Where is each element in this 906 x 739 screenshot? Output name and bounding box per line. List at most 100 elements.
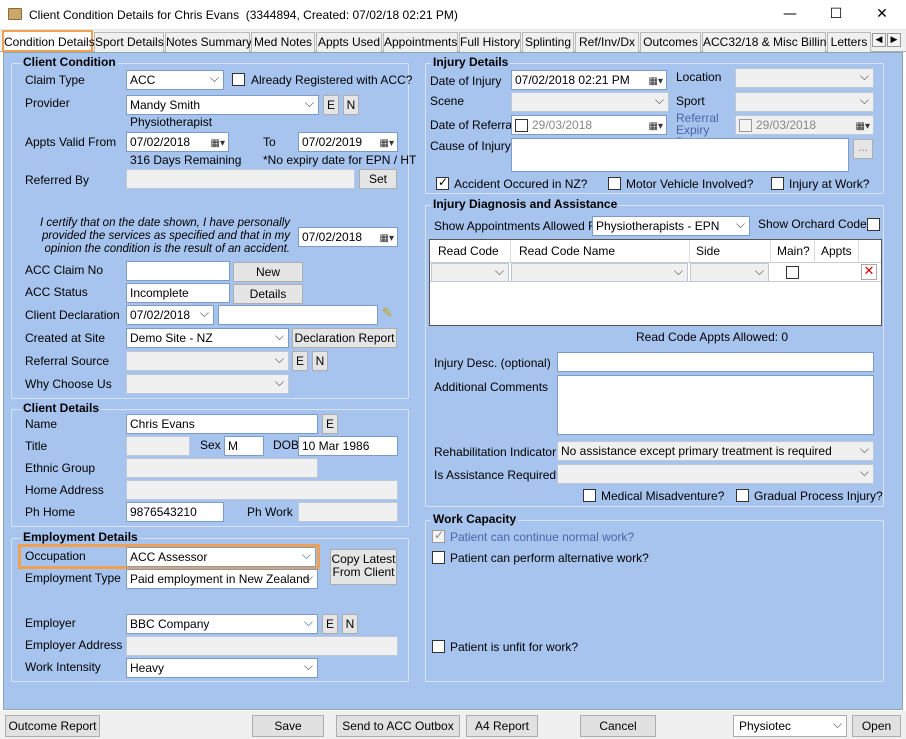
rehab-indicator-select[interactable]: No assistance except primary treatment i… [557,441,874,461]
to-label: To [263,135,276,149]
cancel-button[interactable]: Cancel [580,715,656,737]
scene-select[interactable] [511,92,669,112]
date-of-injury-input[interactable]: 07/02/2018 02:21 PM ▦▾ [511,70,667,90]
appts-to-date[interactable]: 07/02/2019 ▦▾ [298,132,398,152]
medical-misadventure-checkbox[interactable] [583,489,596,502]
tab-full-history[interactable]: Full History [459,32,521,52]
minimize-button[interactable]: — [770,0,810,30]
ethnic-group-field [126,458,318,478]
pencil-icon[interactable]: ✎ [382,306,393,321]
a4-report-button[interactable]: A4 Report [466,715,538,737]
assistance-required-select[interactable] [557,464,874,484]
show-appointments-label: Show Appointments Allowed For [434,219,607,233]
tab-splinting[interactable]: Splinting [522,32,574,52]
additional-comments-input[interactable] [557,375,874,435]
alternative-work-label: Patient can perform alternative work? [450,551,649,565]
already-registered-checkbox[interactable] [232,73,245,86]
employer-new-button[interactable]: N [342,614,358,634]
show-orchard-checkbox[interactable] [867,218,880,231]
provider-select[interactable]: Mandy Smith [126,95,319,115]
tab-scroll-right-icon[interactable]: ▶ [887,33,901,47]
certify-date[interactable]: 07/02/2018 ▦▾ [298,227,398,247]
send-to-acc-button[interactable]: Send to ACC Outbox [336,715,460,737]
tab-sport-details[interactable]: Sport Details [94,32,164,52]
row-read-code-name-select[interactable] [511,263,688,282]
gradual-process-label: Gradual Process Injury? [754,489,883,503]
referral-date-checkbox[interactable] [515,119,528,132]
tab-scroll-left-icon[interactable]: ◀ [872,33,886,47]
maximize-button[interactable]: ☐ [816,0,856,30]
tab-notes-summary[interactable]: Notes Summary [165,32,252,52]
gradual-process-checkbox[interactable] [736,489,749,502]
grid-header-side: Side [690,240,771,262]
alternative-work-checkbox[interactable] [432,551,445,564]
injury-desc-input[interactable] [557,352,874,372]
tab-ref-inv-dx[interactable]: Ref/Inv/Dx [575,32,639,52]
row-main-checkbox[interactable] [786,266,799,279]
cause-of-injury-input[interactable] [511,138,849,172]
referral-source-select[interactable] [126,351,289,371]
referral-source-edit-button[interactable]: E [292,351,308,371]
name-edit-button[interactable]: E [322,414,338,434]
tab-appts-used[interactable]: Appts Used [316,32,382,52]
tab-letters[interactable]: Letters [827,32,871,52]
printer-select[interactable]: Physiotec [733,714,847,737]
additional-comments-label: Additional Comments [434,380,549,394]
occupation-select[interactable]: ACC Assessor [126,547,316,567]
site-select[interactable]: Demo Site - NZ [126,328,289,348]
declaration-report-button[interactable]: Declaration Report [292,328,397,348]
status-details-button[interactable]: Details [233,284,303,304]
referral-date-input[interactable]: 29/03/2018 ▦▾ [511,115,667,135]
referred-by-set-button[interactable]: Set [359,169,397,189]
declaration-text[interactable] [218,305,378,325]
motor-vehicle-checkbox[interactable] [608,177,621,190]
assistance-required-label: Is Assistance Required? [434,468,563,482]
location-select[interactable] [735,68,874,88]
date-of-referral-label: Date of Referral [430,118,515,132]
calendar-icon[interactable]: ▦▾ [380,135,394,151]
tab-outcomes[interactable]: Outcomes [640,32,701,52]
claim-new-button[interactable]: New [233,262,303,282]
appts-from-date[interactable]: 07/02/2018 ▦▾ [126,132,229,152]
remove-row-icon[interactable]: ✕ [861,264,877,280]
tab-condition-details[interactable]: Condition Details [2,30,95,52]
calendar-icon[interactable]: ▦▾ [380,230,394,246]
outcome-report-button[interactable]: Outcome Report [5,715,100,737]
sport-select[interactable] [735,92,874,112]
declaration-date-select[interactable]: 07/02/2018 [126,305,214,325]
row-side-select[interactable] [690,263,769,282]
copy-latest-button[interactable]: Copy Latest From Client [330,549,397,585]
cause-of-injury-label: Cause of Injury [430,139,511,153]
close-button[interactable]: ✕ [862,0,902,30]
tab-acc-misc-billing[interactable]: ACC32/18 & Misc Billing [702,32,833,52]
claim-no-input[interactable] [126,261,230,281]
save-button[interactable]: Save [252,715,324,737]
injury-at-work-checkbox[interactable] [771,177,784,190]
table-row: ✕ [430,262,881,282]
why-choose-select[interactable] [126,374,289,394]
provider-new-button[interactable]: N [343,95,359,115]
cause-more-button[interactable]: ... [853,139,873,159]
unfit-for-work-checkbox[interactable] [432,640,445,653]
employer-select[interactable]: BBC Company [126,614,318,634]
calendar-icon[interactable]: ▦▾ [211,135,225,151]
provider-edit-button[interactable]: E [323,95,339,115]
referral-source-new-button[interactable]: N [312,351,328,371]
open-button[interactable]: Open [852,715,901,737]
work-intensity-select[interactable]: Heavy [126,658,318,678]
show-appointments-select[interactable]: Physiotherapists - EPN [592,216,750,236]
sex-label: Sex [200,438,221,452]
location-label: Location [676,70,722,84]
footer-bar: Outcome Report Save Send to ACC Outbox A… [0,711,906,739]
tab-appointments[interactable]: Appointments [383,32,458,52]
tab-med-notes[interactable]: Med Notes [251,32,315,52]
calendar-icon[interactable]: ▦▾ [649,118,663,134]
accident-nz-checkbox[interactable] [436,175,449,190]
referred-by-label: Referred By [25,173,90,187]
employer-edit-button[interactable]: E [322,614,338,634]
calendar-icon[interactable]: ▦▾ [649,73,663,89]
occupation-label: Occupation [25,549,86,563]
row-read-code-select[interactable] [431,263,509,282]
claim-type-select[interactable]: ACC [126,70,224,90]
employment-type-select[interactable]: Paid employment in New Zealand [126,569,318,589]
